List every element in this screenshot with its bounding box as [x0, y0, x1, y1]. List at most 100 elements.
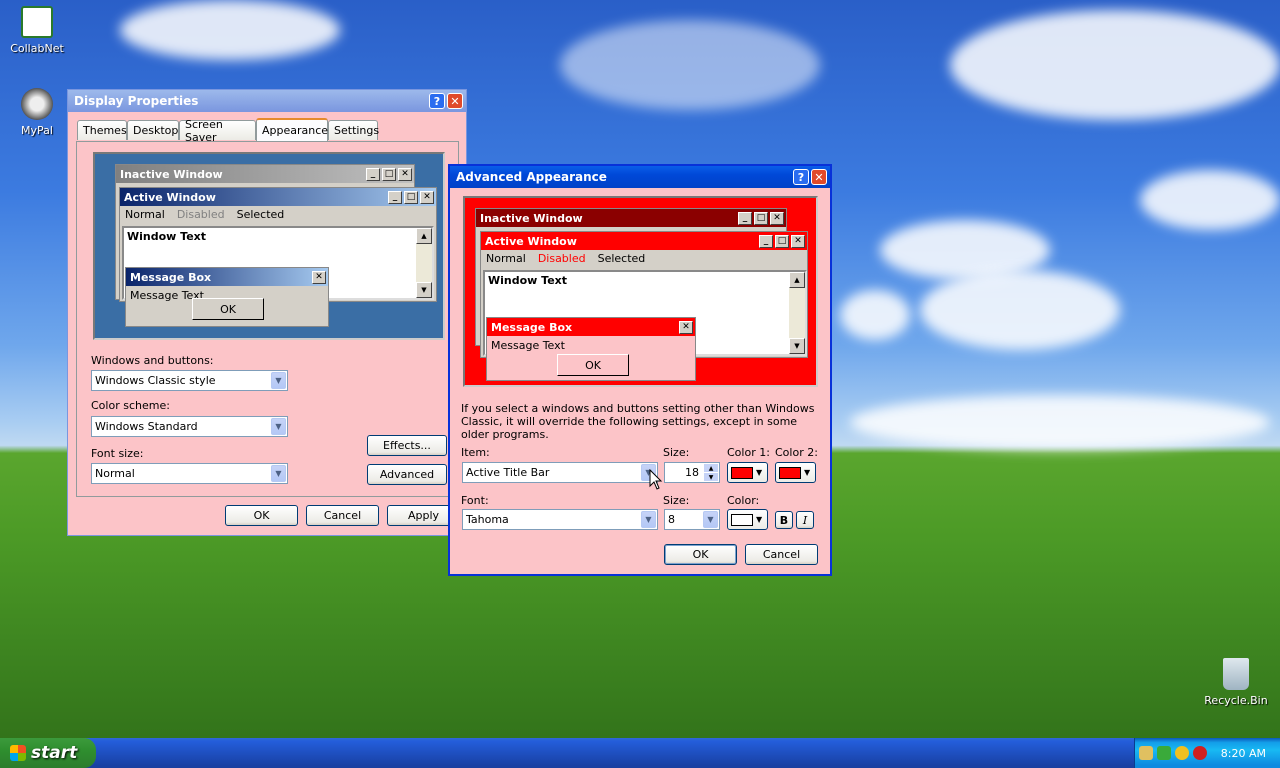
- spin-up-icon[interactable]: ▲: [704, 464, 718, 472]
- tray-alert-shield-icon[interactable]: [1192, 746, 1207, 760]
- color1-swatch: [731, 466, 753, 479]
- collabnet-icon: [21, 6, 53, 38]
- desktop-icon-recycle-bin[interactable]: Recycle.Bin: [1201, 658, 1271, 707]
- color1-picker[interactable]: ▼: [727, 462, 768, 483]
- menu-selected: Selected: [236, 208, 285, 221]
- color-scheme-label: Color scheme:: [91, 399, 170, 412]
- desktop-icon-label: Recycle.Bin: [1204, 694, 1268, 707]
- ok-button-label: OK: [692, 548, 709, 561]
- tab-themes[interactable]: Themes: [77, 120, 127, 140]
- scroll-up-icon: ▲: [416, 228, 432, 244]
- chevron-down-icon[interactable]: ▼: [271, 418, 286, 435]
- advanced-appearance-window: Advanced Appearance ? ✕ Inactive Window …: [448, 164, 832, 576]
- close-icon: ✕: [770, 211, 784, 225]
- apply-button-label: Apply: [407, 509, 440, 522]
- preview-inactive-title: Inactive Window: [120, 167, 223, 181]
- color2-label: Color 2:: [775, 446, 818, 459]
- cancel-button[interactable]: Cancel: [306, 505, 379, 526]
- preview-inactive-title: Inactive Window: [480, 211, 583, 225]
- font-select[interactable]: Tahoma ▼: [462, 509, 658, 530]
- ok-button-label: OK: [253, 509, 270, 522]
- close-button[interactable]: ✕: [447, 93, 463, 109]
- close-icon: ✕: [791, 234, 805, 248]
- clock[interactable]: 8:20 AM: [1221, 747, 1266, 760]
- scroll-up-icon: ▲: [789, 272, 805, 288]
- mypal-icon: [21, 88, 53, 120]
- preview-ok-button: OK: [557, 354, 629, 376]
- advanced-button-label: Advanced: [379, 468, 435, 481]
- item-size-value: 18: [685, 466, 699, 479]
- advanced-preview: Inactive Window _ □ ✕ Active Window _ □ ✕ No…: [463, 196, 818, 387]
- tab-panel: Inactive Window _ □ ✕ Active Window _ □ ✕ No…: [76, 141, 459, 497]
- desktop-icon-mypal[interactable]: MyPal: [2, 88, 72, 137]
- item-size-spinner[interactable]: 18 ▲ ▼: [664, 462, 720, 483]
- chevron-down-icon[interactable]: ▼: [703, 511, 718, 528]
- advanced-button[interactable]: Advanced: [367, 464, 447, 485]
- desktop-icon-label: MyPal: [21, 124, 53, 137]
- mouse-cursor-icon: [649, 469, 663, 490]
- tab-appearance[interactable]: Appearance: [256, 118, 328, 141]
- italic-toggle[interactable]: I: [796, 511, 814, 529]
- color-scheme-value: Windows Standard: [95, 420, 198, 433]
- preview-message-title: Message Box: [491, 320, 573, 334]
- tray-update-icon[interactable]: [1156, 746, 1171, 760]
- tab-screen-saver[interactable]: Screen Saver: [179, 118, 256, 144]
- cancel-button-label: Cancel: [762, 548, 801, 561]
- display-properties-window: Display Properties ? ✕ Themes Desktop Sc…: [67, 89, 467, 536]
- cloud: [1140, 170, 1280, 230]
- help-button[interactable]: ?: [429, 93, 445, 109]
- chevron-down-icon[interactable]: ▼: [271, 372, 286, 389]
- tray-security-shield-icon[interactable]: [1174, 746, 1189, 760]
- maximize-icon: □: [775, 234, 789, 248]
- preview-message-box: Message Box ✕ Message Text OK: [486, 317, 696, 381]
- ok-button[interactable]: OK: [664, 544, 737, 565]
- ok-button[interactable]: OK: [225, 505, 298, 526]
- tab-label: Themes: [83, 124, 127, 137]
- chevron-down-icon: ▼: [756, 468, 763, 477]
- appearance-preview: Inactive Window _ □ ✕ Active Window _ □ ✕ No…: [93, 152, 445, 340]
- preview-message-box: Message Box ✕ Message Text OK: [125, 267, 329, 327]
- close-button[interactable]: ✕: [811, 169, 827, 185]
- color-scheme-select[interactable]: Windows Standard ▼: [91, 416, 288, 437]
- font-size-select[interactable]: 8 ▼: [664, 509, 720, 530]
- italic-icon: I: [802, 513, 808, 527]
- item-label: Item:: [461, 446, 490, 459]
- tab-desktop[interactable]: Desktop: [127, 120, 179, 140]
- menu-normal: Normal: [486, 252, 526, 265]
- font-size-select[interactable]: Normal ▼: [91, 463, 288, 484]
- maximize-icon: □: [754, 211, 768, 225]
- desktop-icon-collabnet[interactable]: CollabNet: [2, 6, 72, 55]
- font-color-swatch: [731, 513, 753, 526]
- windows-buttons-select[interactable]: Windows Classic style ▼: [91, 370, 288, 391]
- tab-settings[interactable]: Settings: [328, 120, 379, 140]
- item-select[interactable]: Active Title Bar ▼: [462, 462, 658, 483]
- font-size-label: Size:: [663, 494, 690, 507]
- title-bar[interactable]: Display Properties ? ✕: [68, 90, 466, 112]
- start-button[interactable]: start: [0, 738, 96, 768]
- color1-label: Color 1:: [727, 446, 770, 459]
- cancel-button[interactable]: Cancel: [745, 544, 818, 565]
- preview-scrollbar: ▲ ▼: [789, 272, 805, 354]
- font-color-picker[interactable]: ▼: [727, 509, 768, 530]
- chevron-down-icon[interactable]: ▼: [641, 511, 656, 528]
- preview-active-title: Active Window: [124, 190, 216, 204]
- title-bar[interactable]: Advanced Appearance ? ✕: [450, 166, 830, 188]
- effects-button[interactable]: Effects...: [367, 435, 447, 456]
- preview-window-text: Window Text: [127, 230, 207, 243]
- menu-normal: Normal: [125, 208, 165, 221]
- preview-ok-button: OK: [192, 298, 264, 320]
- bold-icon: B: [779, 513, 789, 527]
- help-button[interactable]: ?: [793, 169, 809, 185]
- system-tray: 8:20 AM: [1134, 738, 1280, 768]
- tray-network-icon[interactable]: [1138, 746, 1153, 760]
- color2-picker[interactable]: ▼: [775, 462, 816, 483]
- cloud: [850, 395, 1270, 450]
- maximize-icon: □: [404, 190, 418, 204]
- font-label: Font:: [461, 494, 489, 507]
- font-size-value: Normal: [95, 467, 135, 480]
- bold-toggle[interactable]: B: [775, 511, 793, 529]
- spin-down-icon[interactable]: ▼: [704, 473, 718, 481]
- chevron-down-icon[interactable]: ▼: [271, 465, 286, 482]
- windows-buttons-value: Windows Classic style: [95, 374, 216, 387]
- close-icon: ✕: [679, 320, 693, 334]
